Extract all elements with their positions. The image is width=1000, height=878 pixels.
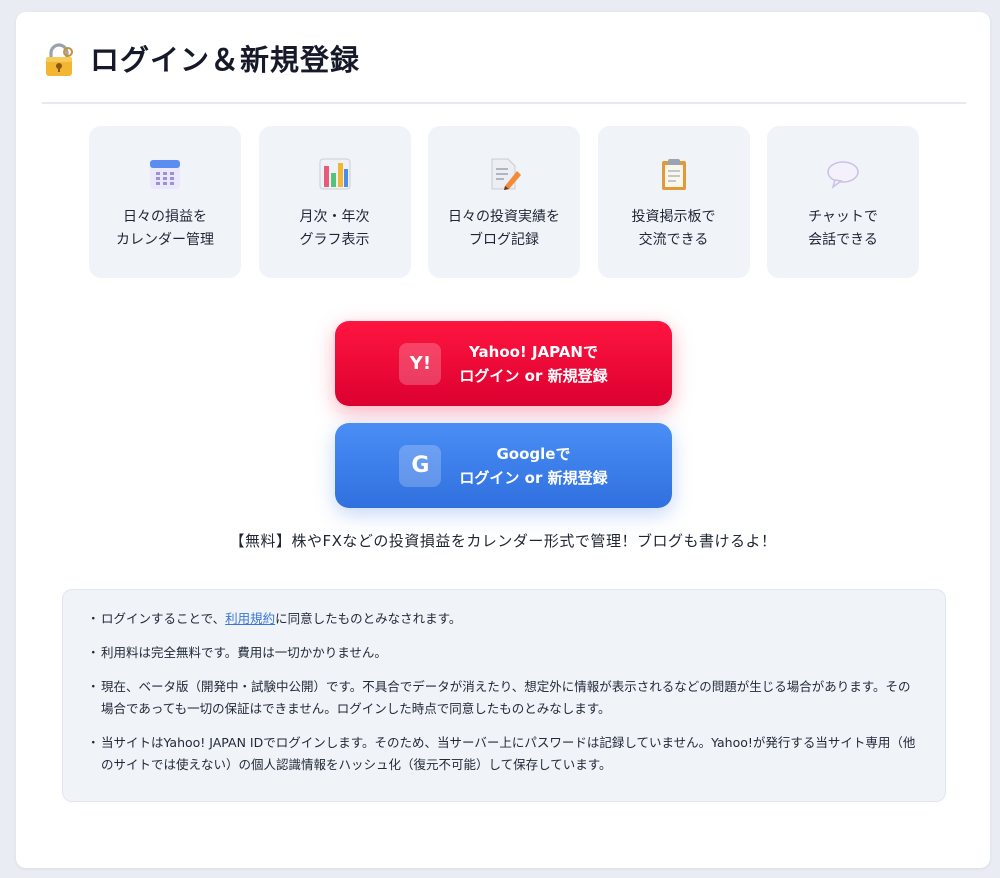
terms-link[interactable]: 利用規約 bbox=[225, 611, 275, 626]
login-card: ログイン＆新規登録 日々の損益を カレンダー管理 月次・年次 グラフ表示 日々の… bbox=[16, 12, 990, 868]
page-header: ログイン＆新規登録 bbox=[42, 42, 966, 104]
tagline: 【無料】株やFXなどの投資損益をカレンダー形式で管理！ブログも書けるよ！ bbox=[229, 532, 777, 550]
speech-bubble-icon bbox=[827, 161, 859, 189]
feature-graph: 月次・年次 グラフ表示 bbox=[258, 126, 411, 278]
bullet: ・ bbox=[87, 611, 100, 626]
feature-list: 日々の損益を カレンダー管理 月次・年次 グラフ表示 日々の投資実績を ブログ記… bbox=[89, 126, 919, 278]
page-title: ログイン＆新規登録 bbox=[90, 43, 361, 77]
bullet: ・ bbox=[87, 679, 100, 694]
bullet: ・ bbox=[87, 735, 100, 750]
feature-board: 投資掲示板で 交流できる bbox=[597, 126, 750, 278]
note-item: ・ 利用料は完全無料です。費用は一切かかりません。 bbox=[87, 642, 921, 664]
yahoo-login-label: Yahoo! JAPANで ログイン or 新規登録 bbox=[459, 342, 608, 385]
bullet: ・ bbox=[87, 645, 100, 660]
feature-label: 日々の損益を カレンダー管理 bbox=[116, 209, 214, 248]
google-login-label: Googleで ログイン or 新規登録 bbox=[459, 444, 608, 487]
google-login-button[interactable]: G Googleで ログイン or 新規登録 bbox=[335, 423, 672, 508]
feature-label: 月次・年次 グラフ表示 bbox=[299, 209, 370, 248]
note-text: ログインすることで、利用規約に同意したものとみなされます。 bbox=[101, 611, 462, 626]
note-item: ・ ログインすることで、利用規約に同意したものとみなされます。 bbox=[87, 608, 921, 630]
note-text: 利用料は完全無料です。費用は一切かかりません。 bbox=[101, 645, 387, 660]
yahoo-logo-icon: Y! bbox=[399, 342, 442, 385]
lock-key-icon bbox=[46, 43, 73, 76]
yahoo-login-button[interactable]: Y! Yahoo! JAPANで ログイン or 新規登録 bbox=[335, 321, 672, 406]
memo-icon bbox=[491, 158, 521, 190]
feature-label: 投資掲示板で 交流できる bbox=[631, 209, 716, 248]
note-item: ・ 現在、ベータ版（開発中・試験中公開）です。不具合でデータが消えたり、想定外に… bbox=[87, 676, 921, 720]
note-text: 現在、ベータ版（開発中・試験中公開）です。不具合でデータが消えたり、想定外に情報… bbox=[101, 679, 911, 716]
google-logo-icon: G bbox=[399, 444, 442, 487]
feature-label: チャットで 会話できる bbox=[808, 209, 878, 248]
clipboard-icon bbox=[661, 159, 686, 190]
note-item: ・ 当サイトはYahoo! JAPAN IDでログインします。そのため、当サーバ… bbox=[87, 732, 921, 776]
terms-notes: ・ ログインすることで、利用規約に同意したものとみなされます。 ・ 利用料は完全… bbox=[62, 589, 946, 802]
feature-chat: チャットで 会話できる bbox=[767, 126, 919, 278]
bar-chart-icon bbox=[319, 158, 350, 190]
feature-blog: 日々の投資実績を ブログ記録 bbox=[428, 126, 580, 278]
feature-label: 日々の投資実績を ブログ記録 bbox=[448, 209, 560, 248]
calendar-icon bbox=[150, 160, 180, 189]
note-text: 当サイトはYahoo! JAPAN IDでログインします。そのため、当サーバー上… bbox=[101, 735, 916, 772]
feature-calendar: 日々の損益を カレンダー管理 bbox=[89, 126, 241, 278]
